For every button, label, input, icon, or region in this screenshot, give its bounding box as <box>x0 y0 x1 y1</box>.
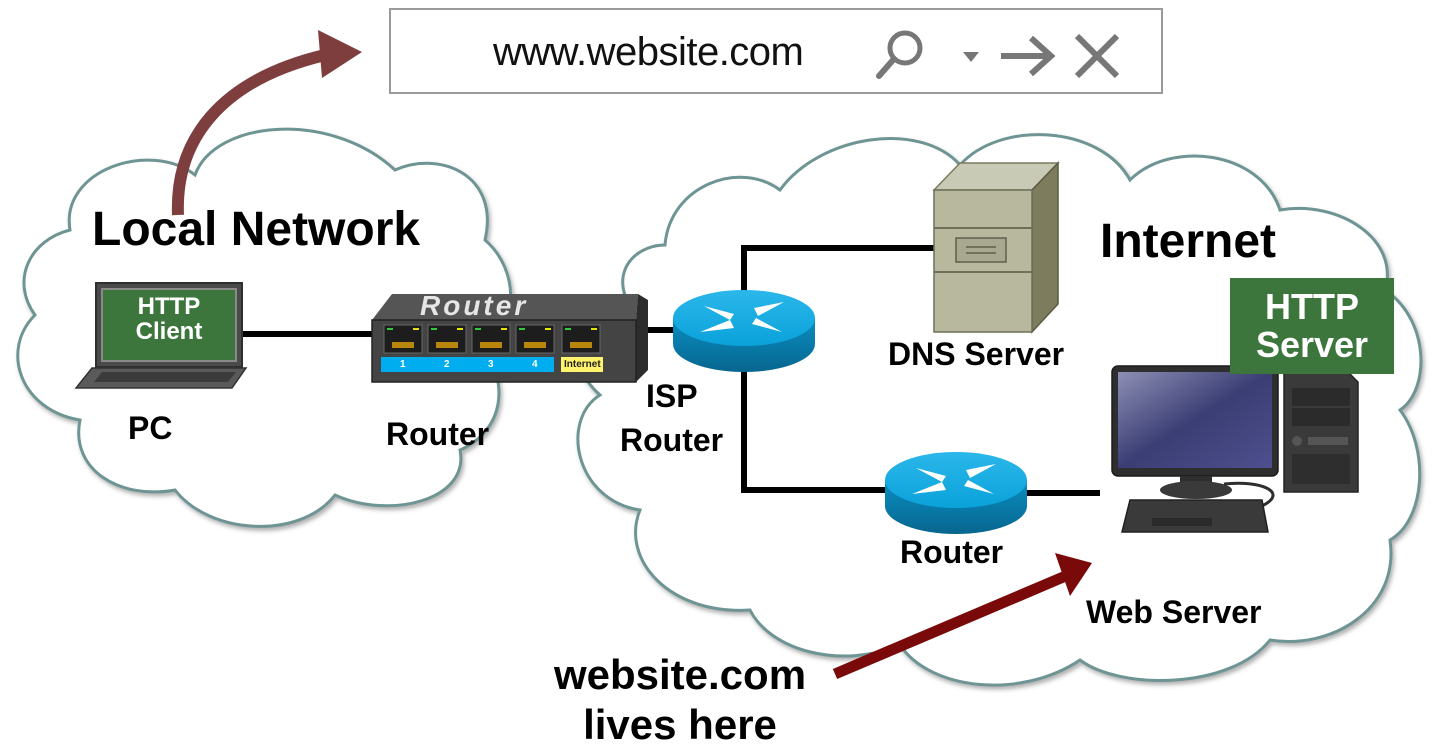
url-input[interactable]: www.website.com <box>493 30 804 75</box>
port-led-green <box>431 328 437 330</box>
router2-icon <box>885 452 1027 534</box>
web-server-label: Web Server <box>1086 594 1262 630</box>
router-top <box>673 290 815 346</box>
address-bar[interactable]: www.website.com <box>389 8 1163 94</box>
port-led-green <box>565 328 571 330</box>
pc-screen-line1: HTTP <box>137 293 201 320</box>
pc-screen-text: HTTP Client <box>106 293 232 346</box>
diagram-canvas: e <box>16 20 1423 687</box>
pc-screen-line2: Client <box>135 318 203 346</box>
port-number: 4 <box>532 359 538 370</box>
internet-title: Internet <box>1100 215 1277 268</box>
dropdown-icon[interactable] <box>963 52 979 62</box>
port-led-green <box>475 328 481 330</box>
wan-port-label: Internet <box>564 359 601 370</box>
port-led-yellow <box>457 328 463 330</box>
http-server-badge-line2: Server <box>1255 323 1369 365</box>
port-led-yellow <box>545 328 551 330</box>
port-led-yellow <box>501 328 507 330</box>
local-network-title: Local Network <box>92 203 421 256</box>
annotation-text: website.com lives here <box>530 650 830 751</box>
port-led-green <box>519 328 525 330</box>
home-router-label: Router <box>386 416 490 452</box>
address-bar-controls <box>876 30 1120 79</box>
port-led-green <box>387 328 393 330</box>
network-diagram: e www.website.com Local Network Internet… <box>0 0 1435 754</box>
port-led-yellow <box>591 328 597 330</box>
router-brand: Router <box>420 290 529 321</box>
dns-server-icon <box>932 161 1060 334</box>
pc-label: PC <box>128 410 173 446</box>
search-icon[interactable] <box>876 30 923 79</box>
router2-label: Router <box>900 534 1004 570</box>
port-pins <box>524 342 546 348</box>
port-number: 3 <box>488 359 494 370</box>
port-led-yellow <box>413 328 419 330</box>
port-pins <box>480 342 502 348</box>
isp-router-label-line1: ISP <box>646 378 698 414</box>
router-top <box>885 452 1027 508</box>
port-pins <box>436 342 458 348</box>
go-arrow-icon[interactable] <box>1001 35 1056 77</box>
isp-router-icon <box>673 290 815 372</box>
port-number: 2 <box>444 359 450 370</box>
isp-router-label-line2: Router <box>620 422 724 458</box>
close-icon[interactable] <box>1074 33 1120 79</box>
port-pins <box>570 342 592 348</box>
annotation-line1: website.com <box>553 651 807 698</box>
http-server-badge-line1: HTTP <box>1265 286 1359 327</box>
curved-arrow-head <box>318 30 362 78</box>
port-number: 1 <box>400 359 406 370</box>
port-pins <box>392 342 414 348</box>
dns-server-label: DNS Server <box>888 336 1065 372</box>
http-server-badge: HTTP Server <box>1230 278 1394 374</box>
annotation-line2: lives here <box>583 701 777 749</box>
